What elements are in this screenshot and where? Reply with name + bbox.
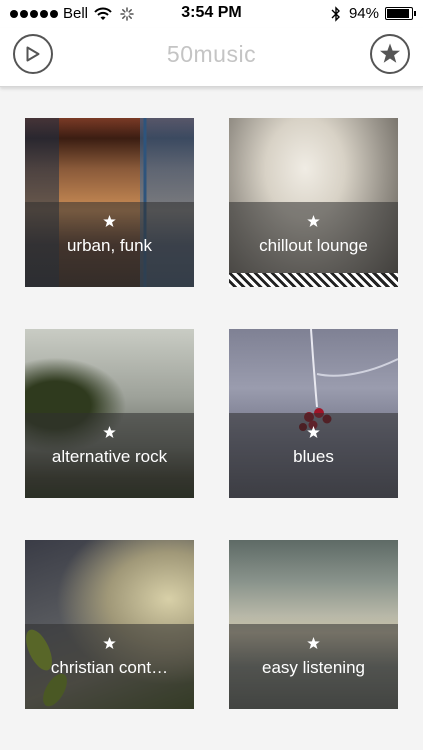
status-right-group: 94% (331, 5, 416, 22)
star-icon (229, 636, 398, 656)
genre-label-band: christian cont… (25, 624, 194, 709)
genre-label: chillout lounge (259, 236, 368, 255)
genre-label-band: alternative rock (25, 413, 194, 498)
star-icon (229, 214, 398, 234)
genre-tile-christian-contemporary[interactable]: christian cont… (25, 540, 194, 709)
app-title: 50music (166, 41, 257, 67)
genre-label-band: blues (229, 413, 398, 498)
star-icon (25, 636, 194, 656)
genre-label: christian cont… (50, 658, 169, 677)
genre-label: easy listening (261, 658, 365, 677)
genre-label: urban, funk (66, 236, 153, 255)
favorites-button[interactable] (370, 34, 410, 74)
now-playing-indicator (229, 273, 398, 287)
genre-tile-chillout-lounge[interactable]: chillout lounge (229, 118, 398, 287)
star-icon (25, 425, 194, 445)
genre-label: blues (293, 447, 334, 466)
star-icon (380, 43, 400, 63)
battery-percent: 94% (348, 5, 379, 22)
status-bar: Bell 3:54 PM 94% (0, 0, 423, 28)
genre-tile-easy-listening[interactable]: easy listening (229, 540, 398, 709)
genre-tile-urban-funk[interactable]: urban, funk (25, 118, 194, 287)
star-icon (25, 214, 194, 234)
star-icon (229, 425, 398, 445)
bluetooth-icon (331, 5, 340, 22)
nav-bar: 50music (0, 28, 423, 87)
battery-icon (385, 7, 416, 20)
genre-label-band: urban, funk (25, 202, 194, 287)
genre-label: alternative rock (51, 447, 168, 466)
genre-tile-blues[interactable]: blues (229, 329, 398, 498)
genre-label-band: easy listening (229, 624, 398, 709)
genre-tile-alternative-rock[interactable]: alternative rock (25, 329, 194, 498)
genre-grid: urban, funk chillout lounge alternative … (0, 86, 423, 750)
